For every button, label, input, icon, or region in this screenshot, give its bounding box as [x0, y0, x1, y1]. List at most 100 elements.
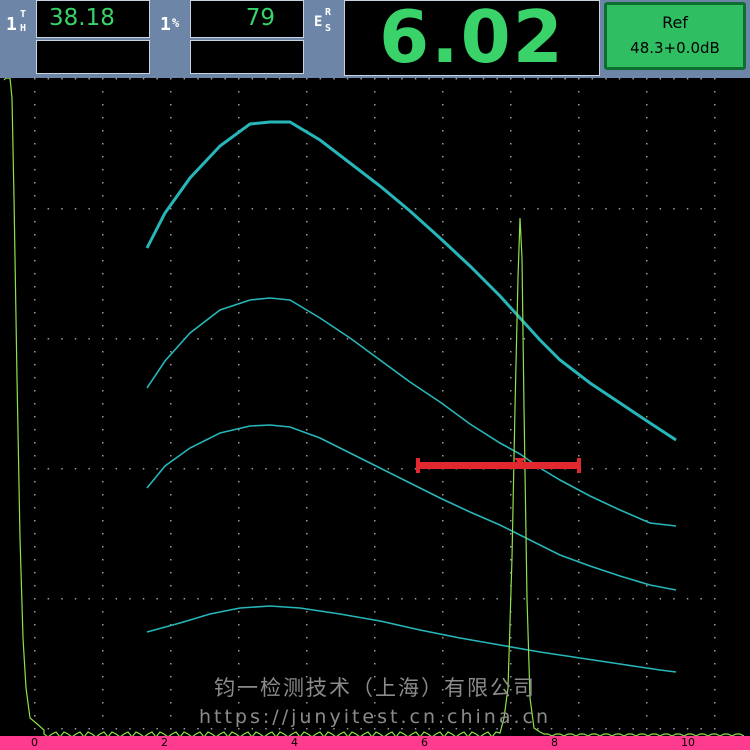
- grid-dot: [170, 715, 172, 717]
- grid-dot: [714, 130, 716, 132]
- grid-dot: [374, 260, 376, 262]
- grid-dot: [605, 728, 607, 730]
- grid-dot: [102, 312, 104, 314]
- grid-dot: [306, 260, 308, 262]
- grid-dot: [374, 663, 376, 665]
- grid-dot: [646, 442, 648, 444]
- grid-dot: [646, 403, 648, 405]
- grid-dot: [686, 598, 689, 600]
- grid-dot: [374, 130, 376, 132]
- grid-dot: [523, 338, 526, 340]
- grid-dot: [428, 208, 430, 210]
- grid-dot: [102, 494, 104, 496]
- gate-start-handle[interactable]: [416, 458, 420, 473]
- grid-dot: [374, 78, 376, 80]
- grid-dot: [306, 169, 308, 171]
- grid-dot: [374, 208, 376, 210]
- grid-dot: [238, 403, 240, 405]
- grid-dot: [578, 403, 580, 405]
- grid-dot: [442, 598, 444, 600]
- grid-dot: [605, 78, 607, 80]
- grid-dot: [34, 299, 36, 301]
- grid-dot: [442, 494, 444, 496]
- grid-dot: [428, 728, 430, 730]
- grid-dot: [714, 338, 716, 340]
- grid-dot: [238, 455, 240, 457]
- grid-dot: [238, 169, 240, 171]
- reference-gain-button[interactable]: Ref 48.3+0.0dB: [604, 2, 746, 70]
- grid-dot: [578, 481, 580, 483]
- grid-dot: [306, 91, 308, 93]
- grid-dot: [346, 728, 349, 730]
- grid-dot: [646, 546, 648, 548]
- grid-dot: [278, 598, 281, 600]
- grid-dot: [578, 182, 580, 184]
- grid-dot: [686, 728, 689, 730]
- grid-dot: [61, 728, 63, 730]
- grid-dot: [142, 468, 145, 470]
- gate-pct-suffix: %: [172, 16, 180, 30]
- grid-dot: [115, 728, 118, 730]
- grid-dot: [238, 78, 240, 80]
- grid-dot: [578, 455, 580, 457]
- grid-dot: [673, 728, 675, 730]
- grid-dot: [306, 546, 308, 548]
- grid-dot: [578, 520, 580, 522]
- grid-dot: [47, 728, 50, 730]
- grid-dot: [292, 78, 294, 80]
- grid-dot: [591, 468, 594, 470]
- grid-dot: [578, 169, 580, 171]
- grid-dot: [197, 728, 199, 730]
- grid-dot: [306, 351, 308, 353]
- grid-dot: [306, 78, 308, 80]
- gate-a-marker[interactable]: [416, 458, 581, 473]
- grid-dot: [646, 377, 648, 379]
- grid-dot: [170, 442, 172, 444]
- grid-dot: [238, 91, 240, 93]
- grid-dot: [578, 377, 580, 379]
- grid-dot: [333, 208, 335, 210]
- grid-dot: [306, 494, 308, 496]
- grid-dot: [374, 689, 376, 691]
- grid-dot: [374, 533, 376, 535]
- grid-dot: [34, 338, 36, 340]
- grid-dot: [442, 663, 444, 665]
- grid-dot: [646, 494, 648, 496]
- grid-dot: [115, 598, 118, 600]
- grid-dot: [482, 208, 485, 210]
- grid-dot: [306, 468, 308, 470]
- grid-dot: [442, 221, 444, 223]
- grid-dot: [482, 598, 485, 600]
- grid-dot: [714, 260, 716, 262]
- grid-dot: [578, 117, 580, 119]
- grid-dot: [306, 377, 308, 379]
- grid-dot: [238, 598, 240, 600]
- gate-end-handle[interactable]: [577, 458, 581, 473]
- grid-dot: [646, 234, 648, 236]
- grid-dot: [142, 208, 145, 210]
- grid-dot: [170, 702, 172, 704]
- grid-dot: [306, 117, 308, 119]
- grid-dot: [238, 494, 240, 496]
- grid-dot: [442, 91, 444, 93]
- grid-dot: [401, 598, 403, 600]
- grid-dot: [210, 598, 213, 600]
- grid-dot: [47, 338, 50, 340]
- grid-dot: [605, 338, 607, 340]
- grid-dot: [319, 728, 322, 730]
- grid-dot: [115, 338, 118, 340]
- grid-dot: [34, 104, 36, 106]
- grid-dot: [374, 221, 376, 223]
- grid-dot: [170, 169, 172, 171]
- grid-dot: [564, 338, 566, 340]
- grid-dot: [34, 351, 36, 353]
- grid-dot: [374, 728, 376, 730]
- gate-bar[interactable]: [418, 462, 580, 469]
- grid-dot: [102, 507, 104, 509]
- grid-dot: [510, 286, 512, 288]
- grid-dot: [646, 429, 648, 431]
- grid-dot: [238, 650, 240, 652]
- dac-curve-2: [146, 297, 677, 527]
- grid-dot: [646, 390, 648, 392]
- grid-dot: [510, 208, 512, 210]
